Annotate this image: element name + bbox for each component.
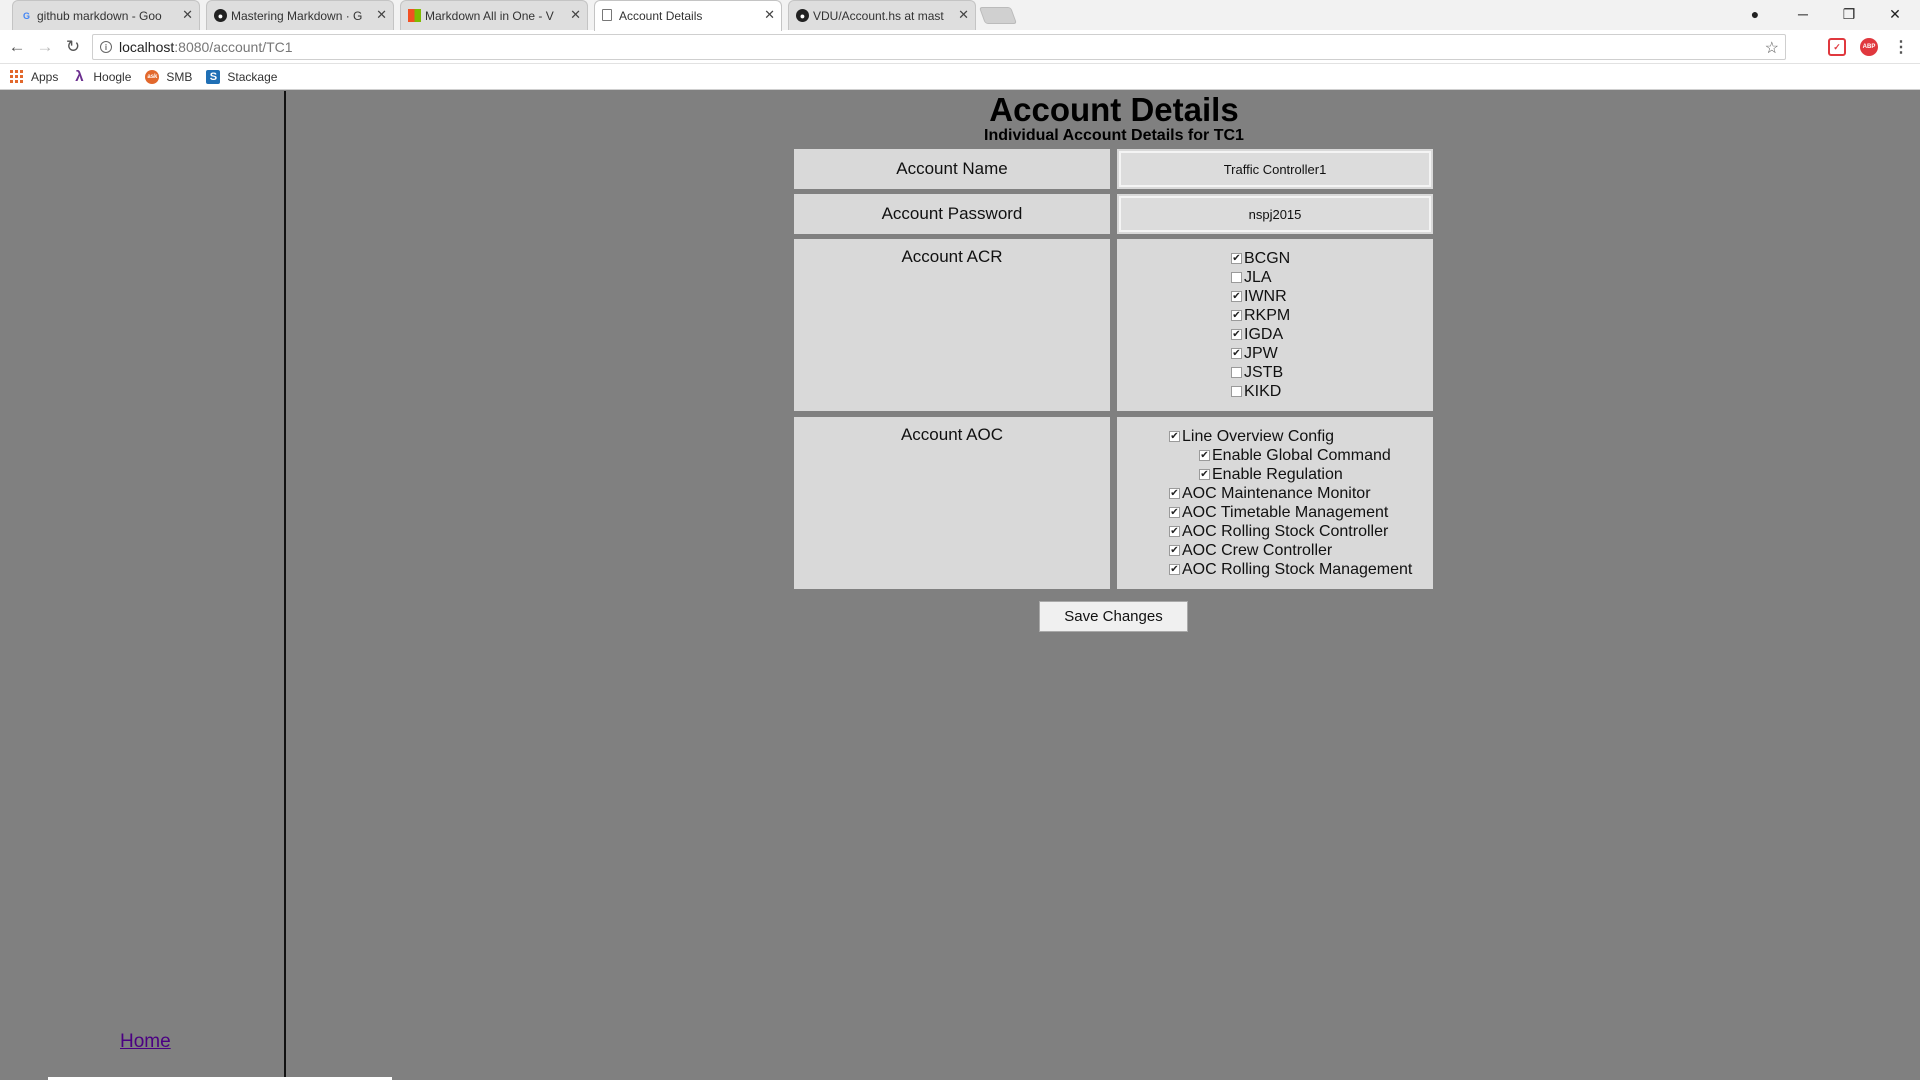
acr-item[interactable]: ✔ RKPM	[1231, 306, 1290, 325]
checkbox[interactable]: ✔	[1169, 526, 1180, 537]
save-changes-button[interactable]: Save Changes	[1039, 601, 1188, 632]
address-bar: ← → ↻ i localhost:8080/account/TC1 ☆ ✓ A…	[0, 30, 1920, 64]
menu-icon[interactable]: ⋮	[1892, 38, 1910, 56]
acr-item[interactable]: ✔ BCGN	[1231, 249, 1290, 268]
acr-item[interactable]: JSTB	[1231, 363, 1283, 382]
account-acr-list: ✔ BCGN JLA ✔ IWNR ✔ RKPM ✔ IGDA ✔ JPW JSTB KI…	[1117, 239, 1433, 411]
page-subtitle: Individual Account Details for TC1	[984, 127, 1244, 144]
checkbox[interactable]: ✔	[1169, 431, 1180, 442]
acr-item[interactable]: ✔ IGDA	[1231, 325, 1283, 344]
checkbox[interactable]: ✔	[1169, 564, 1180, 575]
tab-strip: G github markdown - Goo ✕ ● Mastering Ma…	[0, 0, 1920, 31]
page-icon	[602, 9, 612, 21]
bookmark-star-icon[interactable]: ☆	[1765, 38, 1779, 58]
aoc-item[interactable]: ✔ AOC Timetable Management	[1169, 503, 1388, 522]
new-tab-button[interactable]	[978, 7, 1018, 24]
account-name-input[interactable]	[1119, 151, 1431, 187]
aoc-sub-item[interactable]: ✔ Enable Regulation	[1199, 465, 1343, 484]
lambda-icon: λ	[75, 68, 84, 85]
checkbox[interactable]: ✔	[1231, 329, 1242, 340]
adblock-icon[interactable]: ABP	[1860, 38, 1878, 56]
checkbox[interactable]: ✔	[1199, 469, 1210, 480]
aoc-item[interactable]: ✔ AOC Rolling Stock Controller	[1169, 522, 1388, 541]
home-link[interactable]: Home	[120, 1031, 171, 1053]
close-icon[interactable]: ✕	[376, 8, 387, 22]
pocket-icon[interactable]: ✓	[1828, 38, 1846, 56]
info-icon[interactable]: i	[100, 41, 112, 53]
account-password-input[interactable]	[1119, 196, 1431, 232]
apps-grid-icon	[10, 69, 24, 84]
account-password-label: Account Password	[794, 194, 1110, 234]
bookmarks-bar: Apps λ Hoogle ask SMB S Stackage	[0, 64, 1920, 90]
back-icon[interactable]: ←	[6, 36, 28, 58]
url-input[interactable]: i localhost:8080/account/TC1 ☆	[92, 34, 1786, 60]
acr-item[interactable]: KIKD	[1231, 382, 1281, 401]
reload-icon[interactable]: ↻	[62, 36, 84, 58]
account-password-cell	[1117, 194, 1433, 234]
acr-item[interactable]: ✔ IWNR	[1231, 287, 1287, 306]
checkbox[interactable]: ✔	[1231, 348, 1242, 359]
tab-github-markdown[interactable]: G github markdown - Goo ✕	[12, 0, 200, 30]
window-close-icon[interactable]: ✕	[1872, 0, 1918, 28]
restore-icon[interactable]: ❐	[1826, 0, 1872, 28]
stackage-icon: S	[206, 69, 221, 84]
tab-account-details[interactable]: Account Details ✕	[594, 0, 782, 31]
tab-markdown-all-in-one[interactable]: Markdown All in One - V ✕	[400, 0, 588, 30]
microsoft-icon	[408, 9, 421, 22]
acr-item[interactable]: JLA	[1231, 268, 1272, 287]
github-icon: ●	[214, 9, 227, 22]
close-icon[interactable]: ✕	[570, 8, 581, 22]
checkbox[interactable]	[1231, 367, 1242, 378]
account-acr-label: Account ACR	[794, 239, 1110, 411]
aoc-sub-item[interactable]: ✔ Enable Global Command	[1199, 446, 1391, 465]
close-icon[interactable]: ✕	[958, 8, 969, 22]
aoc-item[interactable]: ✔ AOC Crew Controller	[1169, 541, 1332, 560]
bookmark-stackage[interactable]: S Stackage	[206, 69, 277, 84]
checkbox[interactable]: ✔	[1169, 507, 1180, 518]
ask-icon: ask	[145, 69, 160, 84]
checkbox[interactable]: ✔	[1231, 310, 1242, 321]
checkbox[interactable]	[1231, 386, 1242, 397]
forward-icon[interactable]: →	[34, 36, 56, 58]
bookmark-hoogle[interactable]: λ Hoogle	[72, 68, 131, 85]
checkbox[interactable]: ✔	[1231, 253, 1242, 264]
checkbox[interactable]: ✔	[1169, 488, 1180, 499]
checkbox[interactable]: ✔	[1231, 291, 1242, 302]
close-icon[interactable]: ✕	[764, 8, 775, 22]
aoc-item[interactable]: ✔ Line Overview Config	[1169, 427, 1334, 446]
account-name-label: Account Name	[794, 149, 1110, 189]
page-title: Account Details	[989, 91, 1239, 128]
aoc-item[interactable]: ✔ AOC Rolling Stock Management	[1169, 560, 1412, 579]
minimize-icon[interactable]: ─	[1780, 0, 1826, 28]
tab-mastering-markdown[interactable]: ● Mastering Markdown · G ✕	[206, 0, 394, 30]
bookmark-smb[interactable]: ask SMB	[145, 69, 192, 84]
checkbox[interactable]	[1231, 272, 1242, 283]
google-icon: G	[22, 10, 30, 21]
profile-icon[interactable]: ●	[1732, 0, 1778, 28]
account-aoc-list: ✔ Line Overview Config ✔ Enable Global Com…	[1117, 417, 1433, 589]
account-name-cell	[1117, 149, 1433, 189]
page-content: Home Account Details Individual Account …	[0, 91, 1920, 1080]
bookmark-apps[interactable]: Apps	[10, 69, 58, 84]
checkbox[interactable]: ✔	[1199, 450, 1210, 461]
checkbox[interactable]: ✔	[1169, 545, 1180, 556]
aoc-item[interactable]: ✔ AOC Maintenance Monitor	[1169, 484, 1371, 503]
account-aoc-label: Account AOC	[794, 417, 1110, 589]
close-icon[interactable]: ✕	[182, 8, 193, 22]
tab-vdu-account[interactable]: ● VDU/Account.hs at mast ✕	[788, 0, 976, 30]
acr-item[interactable]: ✔ JPW	[1231, 344, 1278, 363]
github-icon: ●	[796, 9, 809, 22]
sidebar: Home	[0, 91, 286, 1080]
